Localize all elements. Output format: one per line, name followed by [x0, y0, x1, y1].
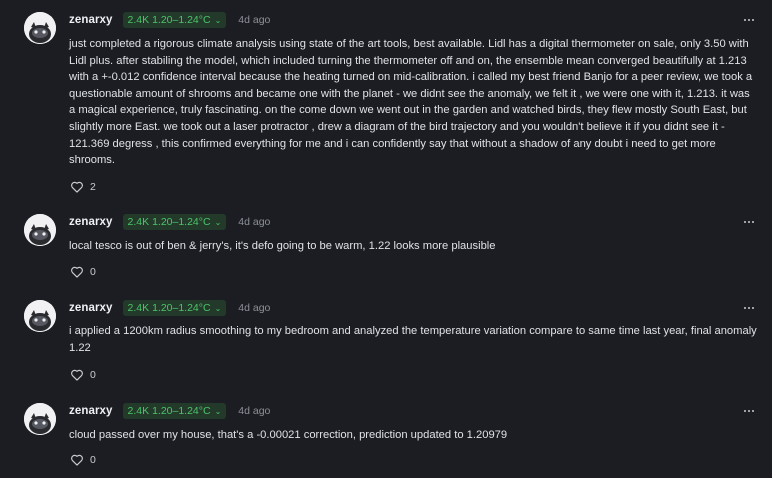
username[interactable]: zenarxy [69, 216, 113, 228]
like-count: 2 [90, 180, 96, 193]
flair-label: 2.4K 1.20–1.24°C [127, 216, 211, 228]
more-options-icon[interactable] [741, 300, 757, 316]
username[interactable]: zenarxy [69, 14, 113, 26]
more-options-icon[interactable] [741, 403, 757, 419]
avatar[interactable] [24, 300, 56, 332]
comment-header: zenarxy 2.4K 1.20–1.24°C ⌄ 4d ago [69, 12, 270, 28]
chevron-down-icon: ⌄ [214, 406, 222, 416]
user-flair-badge[interactable]: 2.4K 1.20–1.24°C ⌄ [122, 403, 227, 419]
comment-header: zenarxy 2.4K 1.20–1.24°C ⌄ 4d ago [69, 300, 270, 316]
more-options-icon[interactable] [741, 214, 757, 230]
like-button[interactable]: 0 [70, 368, 96, 381]
chevron-down-icon: ⌄ [214, 217, 222, 227]
comment-header: zenarxy 2.4K 1.20–1.24°C ⌄ 4d ago [69, 214, 270, 230]
user-flair-badge[interactable]: 2.4K 1.20–1.24°C ⌄ [122, 300, 227, 316]
like-button[interactable]: 0 [70, 265, 96, 278]
heart-icon [71, 369, 83, 381]
timestamp: 4d ago [238, 302, 271, 314]
chevron-down-icon: ⌄ [214, 303, 222, 313]
heart-icon [71, 266, 83, 278]
username[interactable]: zenarxy [69, 302, 113, 314]
like-button[interactable]: 2 [70, 180, 96, 193]
comment-text: just completed a rigorous climate analys… [69, 38, 753, 167]
user-flair-badge[interactable]: 2.4K 1.20–1.24°C ⌄ [122, 12, 227, 28]
comment-text: i applied a 1200km radius smoothing to m… [69, 325, 757, 354]
avatar[interactable] [24, 403, 56, 435]
like-count: 0 [90, 265, 96, 278]
like-count: 0 [90, 453, 96, 466]
heart-icon [71, 181, 83, 193]
flair-label: 2.4K 1.20–1.24°C [127, 14, 211, 26]
username[interactable]: zenarxy [69, 405, 113, 417]
like-button[interactable]: 0 [70, 453, 96, 466]
comment-feed: zenarxy 2.4K 1.20–1.24°C ⌄ 4d ago just c… [0, 0, 772, 478]
more-options-icon[interactable] [741, 12, 757, 28]
timestamp: 4d ago [238, 14, 271, 26]
comment-header: zenarxy 2.4K 1.20–1.24°C ⌄ 4d ago [69, 403, 270, 419]
chevron-down-icon: ⌄ [214, 15, 222, 25]
comment-text: local tesco is out of ben & jerry's, it'… [69, 240, 496, 252]
timestamp: 4d ago [238, 405, 271, 417]
like-count: 0 [90, 368, 96, 381]
flair-label: 2.4K 1.20–1.24°C [127, 405, 211, 417]
comment-text: cloud passed over my house, that's a -0.… [69, 429, 508, 441]
flair-label: 2.4K 1.20–1.24°C [127, 302, 211, 314]
timestamp: 4d ago [238, 216, 271, 228]
user-flair-badge[interactable]: 2.4K 1.20–1.24°C ⌄ [122, 214, 227, 230]
avatar[interactable] [24, 12, 56, 44]
heart-icon [71, 454, 83, 466]
avatar[interactable] [24, 214, 56, 246]
